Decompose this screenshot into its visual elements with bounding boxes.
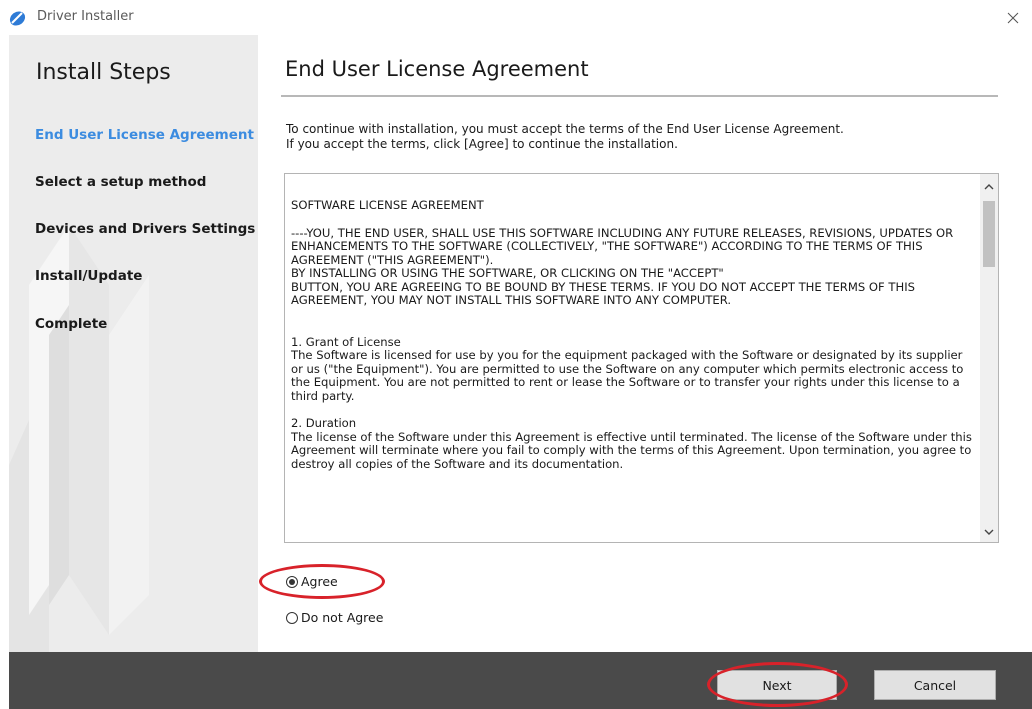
license-para-1c: BUTTON, YOU ARE AGREEING TO BE BOUND BY …: [291, 279, 915, 307]
intro-line-1: To continue with installation, you must …: [286, 122, 844, 136]
next-button[interactable]: Next: [717, 670, 837, 700]
title-bar: Driver Installer: [0, 0, 1032, 35]
agree-option[interactable]: Agree: [286, 574, 338, 589]
agree-label[interactable]: Agree: [301, 574, 338, 589]
scroll-up-arrow-icon[interactable]: [984, 183, 994, 190]
scroll-thumb[interactable]: [983, 201, 995, 267]
license-section-1-title: 1. Grant of License: [291, 334, 401, 349]
step-select-setup-method: Select a setup method: [35, 174, 207, 190]
disagree-radio[interactable]: [286, 611, 298, 624]
close-button[interactable]: [1002, 8, 1024, 28]
scroll-down-arrow-icon[interactable]: [984, 529, 994, 536]
step-complete: Complete: [35, 316, 108, 332]
step-devices-drivers-settings: Devices and Drivers Settings: [35, 221, 256, 237]
license-section-1-body: The Software is licensed for use by you …: [291, 348, 964, 403]
install-steps-sidebar: Install Steps End User License Agreement…: [9, 35, 258, 652]
intro-text: To continue with installation, you must …: [286, 122, 844, 152]
intro-line-2: If you accept the terms, click [Agree] t…: [286, 137, 678, 151]
agree-radio[interactable]: [286, 575, 298, 588]
close-icon: [1007, 12, 1019, 24]
license-section-2-title: 2. Duration: [291, 416, 357, 430]
license-para-1b: BY INSTALLING OR USING THE SOFTWARE, OR …: [291, 266, 724, 280]
page-title: End User License Agreement: [285, 57, 589, 81]
license-heading: SOFTWARE LICENSE AGREEMENT: [291, 198, 484, 212]
cancel-button[interactable]: Cancel: [874, 670, 996, 700]
license-scrollbar[interactable]: [980, 174, 998, 542]
title-divider: [281, 95, 998, 97]
step-eula: End User License Agreement: [35, 127, 254, 143]
disagree-label[interactable]: Do not Agree: [301, 610, 383, 625]
sidebar-title: Install Steps: [36, 60, 171, 85]
app-logo-icon: [9, 11, 26, 26]
license-section-2-body: The license of the Software under this A…: [291, 429, 972, 471]
disagree-option[interactable]: Do not Agree: [286, 610, 383, 625]
radio-selected-dot: [289, 578, 295, 585]
license-para-1: ----YOU, THE END USER, SHALL USE THIS SO…: [291, 225, 954, 267]
license-text-box[interactable]: SOFTWARE LICENSE AGREEMENT ----YOU, THE …: [284, 173, 999, 543]
step-install-update: Install/Update: [35, 268, 143, 284]
window-title: Driver Installer: [37, 9, 134, 24]
license-text: SOFTWARE LICENSE AGREEMENT ----YOU, THE …: [291, 198, 975, 485]
